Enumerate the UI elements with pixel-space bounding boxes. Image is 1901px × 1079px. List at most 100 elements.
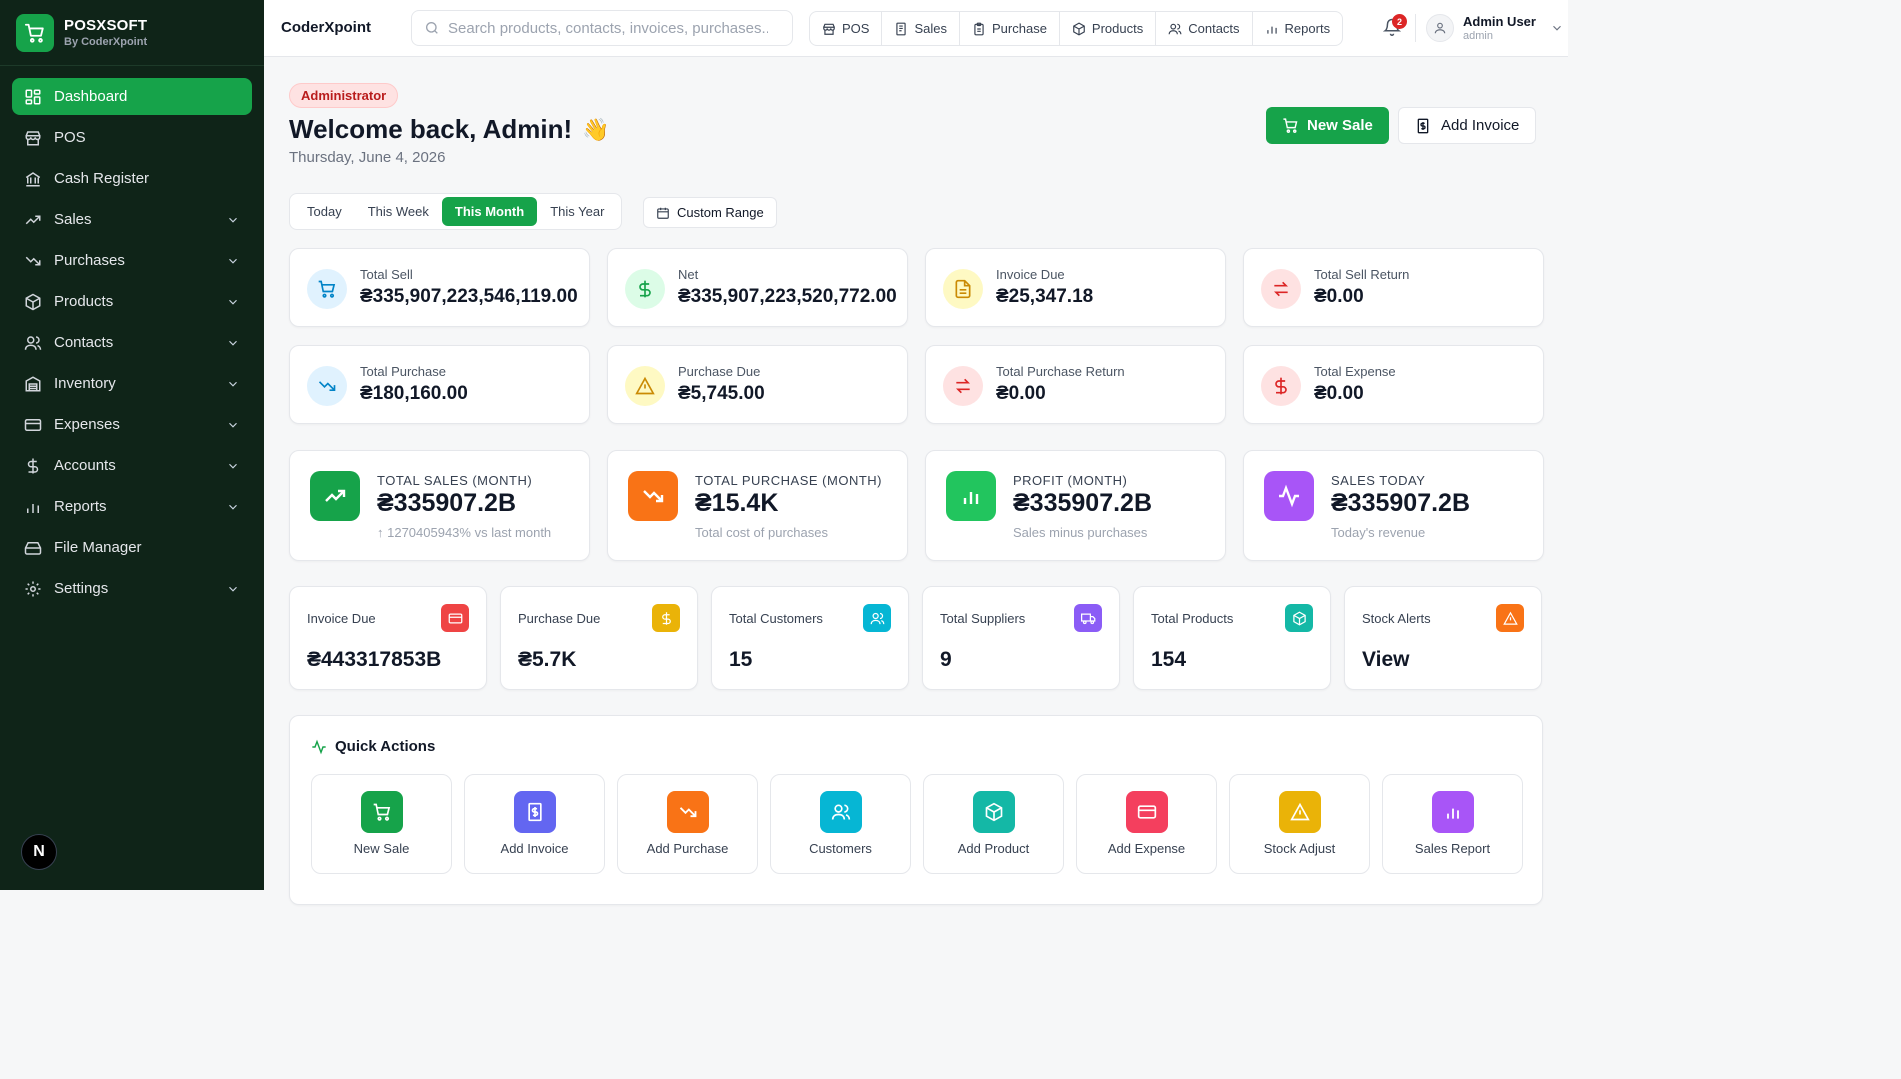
- quick-nav-reports[interactable]: Reports: [1253, 12, 1343, 45]
- sidebar-item-label: Inventory: [54, 375, 116, 392]
- stat-card-invoice-due[interactable]: Invoice Due ₴25,347.18: [925, 248, 1226, 327]
- stat-label: Invoice Due: [996, 267, 1065, 282]
- sidebar-item-file-manager[interactable]: File Manager: [12, 529, 252, 566]
- store-icon: [25, 130, 41, 145]
- mini-total-products[interactable]: Total Products 154: [1133, 586, 1331, 690]
- sidebar-item-contacts[interactable]: Contacts: [12, 324, 252, 361]
- stat-label: Purchase Due: [678, 364, 761, 379]
- quick-action-add-product[interactable]: Add Product: [923, 774, 1064, 874]
- mini-value: 15: [729, 648, 753, 671]
- button-label: Add Invoice: [1441, 117, 1520, 134]
- kpi-subtext: Total cost of purchases: [695, 525, 828, 540]
- stat-card-purchase-due[interactable]: Purchase Due ₴5,745.00: [607, 345, 908, 424]
- sidebar-item-dashboard[interactable]: Dashboard: [12, 78, 252, 115]
- sidebar-item-expenses[interactable]: Expenses: [12, 406, 252, 443]
- chevron-down-icon: [229, 258, 237, 264]
- range-this-month[interactable]: This Month: [441, 197, 538, 226]
- mini-total-suppliers[interactable]: Total Suppliers 9: [922, 586, 1120, 690]
- quick-nav-label: Purchase: [992, 21, 1047, 36]
- quick-nav-label: Sales: [914, 21, 947, 36]
- quick-action-add-expense[interactable]: Add Expense: [1076, 774, 1217, 874]
- mini-value[interactable]: View: [1362, 648, 1409, 672]
- stat-label: Total Expense: [1314, 364, 1396, 379]
- brand[interactable]: POSXSOFT By CoderXpoint: [0, 0, 264, 66]
- sidebar-item-label: Sales: [54, 211, 92, 228]
- quick-action-customers[interactable]: Customers: [770, 774, 911, 874]
- mini-stock-alerts[interactable]: Stock Alerts View: [1344, 586, 1542, 690]
- user-role: admin: [1463, 30, 1493, 42]
- mini-invoice-due[interactable]: Invoice Due ₴443317853B: [289, 586, 487, 690]
- quick-nav-pos[interactable]: POS: [810, 12, 883, 45]
- stat-card-total-expense[interactable]: Total Expense ₴0.00: [1243, 345, 1544, 424]
- sidebar-item-products[interactable]: Products: [12, 283, 252, 320]
- mini-total-customers[interactable]: Total Customers 15: [711, 586, 909, 690]
- sidebar-item-label: Purchases: [54, 252, 125, 269]
- mini-label: Invoice Due: [307, 611, 376, 626]
- truck-icon: [1074, 604, 1102, 632]
- kpi-total-purchase-month[interactable]: TOTAL PURCHASE (MONTH) ₴15.4K Total cost…: [607, 450, 908, 561]
- users-icon: [819, 791, 862, 833]
- sidebar-item-pos[interactable]: POS: [12, 119, 252, 156]
- dollar-icon: [27, 458, 39, 473]
- chevron-down-icon: [229, 217, 237, 223]
- hard-drive-icon: [24, 541, 42, 555]
- kpi-total-sales-month[interactable]: TOTAL SALES (MONTH) ₴335907.2B ↑ 1270405…: [289, 450, 590, 561]
- store-icon: [823, 23, 835, 35]
- quick-action-add-invoice[interactable]: Add Invoice: [464, 774, 605, 874]
- sidebar-item-sales[interactable]: Sales: [12, 201, 252, 238]
- bar-chart-icon: [946, 471, 996, 521]
- range-this-year[interactable]: This Year: [537, 197, 617, 226]
- quick-action-new-sale[interactable]: New Sale: [311, 774, 452, 874]
- quick-action-sales-report[interactable]: Sales Report: [1382, 774, 1523, 874]
- sidebar-item-label: Dashboard: [54, 88, 128, 105]
- sidebar: POSXSOFT By CoderXpoint Dashboard POS Ca…: [0, 0, 264, 890]
- quick-nav-purchase[interactable]: Purchase: [960, 12, 1060, 45]
- quick-nav-contacts[interactable]: Contacts: [1156, 12, 1253, 45]
- chevron-down-icon: [229, 422, 237, 428]
- stat-card-total-sell[interactable]: Total Sell ₴335,907,223,546,119.00: [289, 248, 590, 327]
- bar-chart-icon: [1266, 26, 1277, 34]
- range-today[interactable]: Today: [294, 197, 355, 226]
- sidebar-item-accounts[interactable]: Accounts: [12, 447, 252, 484]
- kpi-profit-month[interactable]: PROFIT (MONTH) ₴335907.2B Sales minus pu…: [925, 450, 1226, 561]
- kpi-sales-today[interactable]: SALES TODAY ₴335907.2B Today's revenue: [1243, 450, 1544, 561]
- stat-value: ₴335,907,223,546,119.00: [360, 286, 578, 307]
- stat-card-total-purchase-return[interactable]: Total Purchase Return ₴0.00: [925, 345, 1226, 424]
- dev-badge[interactable]: N: [21, 834, 57, 870]
- new-sale-button[interactable]: New Sale: [1266, 107, 1389, 144]
- quick-action-stock-adjust[interactable]: Stock Adjust: [1229, 774, 1370, 874]
- stat-card-total-sell-return[interactable]: Total Sell Return ₴0.00: [1243, 248, 1544, 327]
- stat-card-total-purchase[interactable]: Total Purchase ₴180,160.00: [289, 345, 590, 424]
- quick-nav-label: Products: [1091, 21, 1144, 36]
- sidebar-item-label: Products: [54, 293, 114, 310]
- sidebar-item-label: File Manager: [54, 539, 142, 556]
- brand-name: POSXSOFT: [64, 17, 148, 34]
- add-invoice-button[interactable]: Add Invoice: [1398, 107, 1537, 144]
- kpi-value: ₴335907.2B: [1013, 489, 1153, 517]
- kpi-subtext: Today's revenue: [1331, 525, 1426, 540]
- quick-action-add-purchase[interactable]: Add Purchase: [617, 774, 758, 874]
- sidebar-item-reports[interactable]: Reports: [12, 488, 252, 525]
- custom-range-button[interactable]: Custom Range: [643, 197, 777, 228]
- sidebar-item-purchases[interactable]: Purchases: [12, 242, 252, 279]
- sidebar-item-cash-register[interactable]: Cash Register: [12, 160, 252, 197]
- range-this-week[interactable]: This Week: [355, 197, 442, 226]
- mini-purchase-due[interactable]: Purchase Due ₴5.7K: [500, 586, 698, 690]
- kpi-label: TOTAL SALES (MONTH): [377, 473, 533, 488]
- user-menu[interactable]: Admin User admin: [1426, 14, 1564, 42]
- sidebar-item-settings[interactable]: Settings: [12, 570, 252, 607]
- quick-nav-sales[interactable]: Sales: [882, 12, 960, 45]
- box-icon: [972, 791, 1015, 833]
- search-input[interactable]: [448, 19, 768, 37]
- quick-action-label: Sales Report: [1414, 841, 1491, 856]
- bar-chart-icon: [1431, 791, 1474, 833]
- stat-card-net[interactable]: Net ₴335,907,223,520,772.00: [607, 248, 908, 327]
- trending-down-icon: [25, 256, 41, 265]
- stat-value: ₴335,907,223,520,772.00: [678, 286, 897, 307]
- divider: [1415, 14, 1416, 42]
- sidebar-item-inventory[interactable]: Inventory: [12, 365, 252, 402]
- sidebar-item-label: Accounts: [54, 457, 116, 474]
- kpi-label: SALES TODAY: [1331, 473, 1426, 488]
- quick-nav-products[interactable]: Products: [1060, 12, 1157, 45]
- role-badge: Administrator: [289, 83, 399, 108]
